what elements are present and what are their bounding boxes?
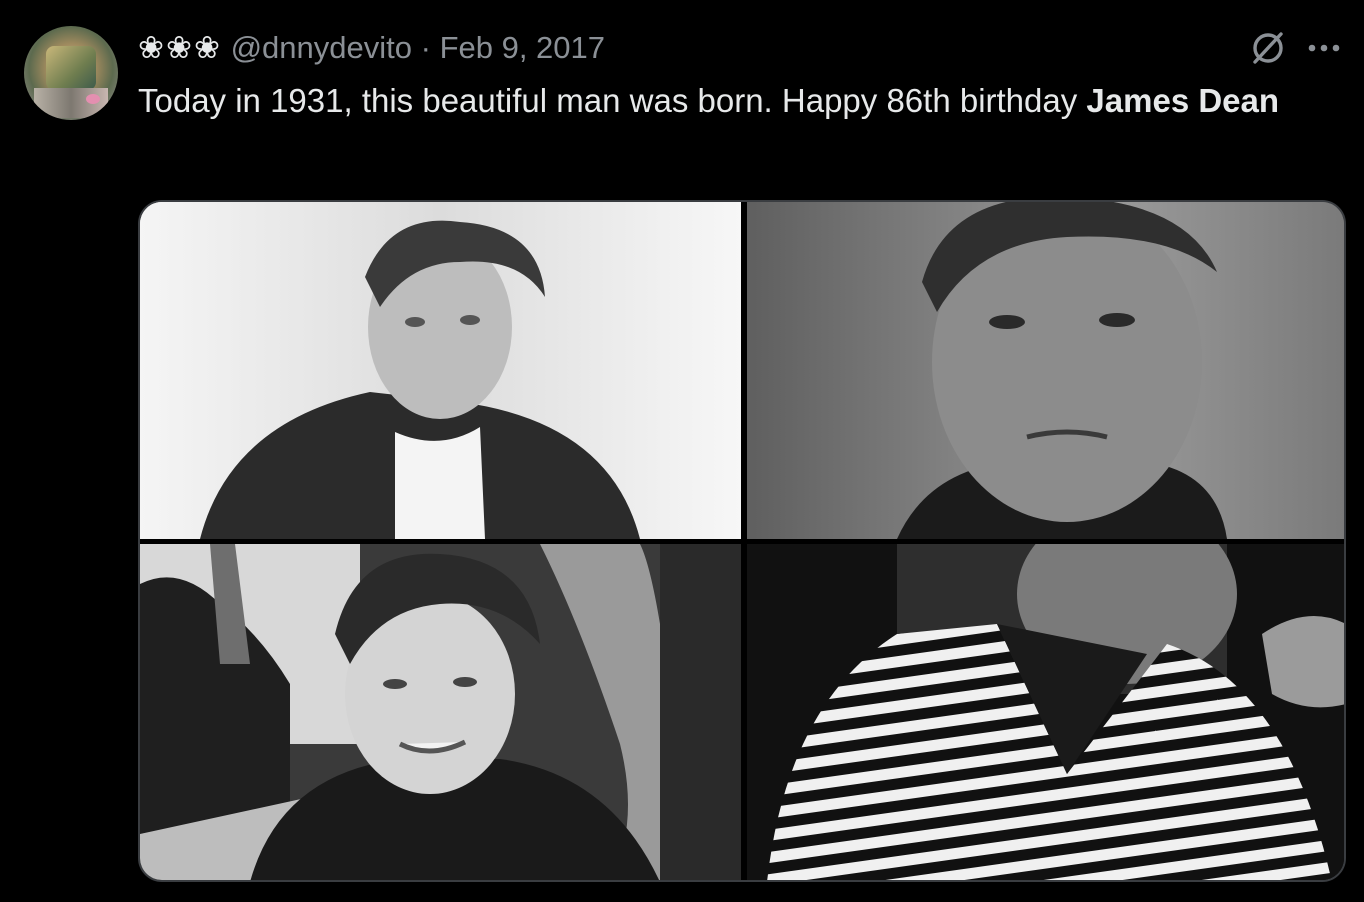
avatar-art (46, 46, 96, 90)
photo-3[interactable] (140, 544, 741, 880)
avatar[interactable] (24, 26, 118, 120)
photo-4[interactable] (747, 544, 1344, 880)
more-options-icon[interactable] (1306, 40, 1342, 61)
media-grid (138, 200, 1346, 882)
grok-slash-icon[interactable] (1248, 28, 1288, 73)
photo-1[interactable] (140, 202, 741, 539)
display-name[interactable]: ❀❀❀ (138, 30, 222, 65)
tweet-date[interactable]: Feb 9, 2017 (440, 30, 605, 65)
photo-2[interactable] (747, 202, 1344, 539)
avatar-art-accent (86, 94, 100, 104)
tweet-text-bold: James Dean (1086, 82, 1280, 119)
tweet-header: ❀❀❀ @dnnydevito · Feb 9, 2017 (138, 28, 605, 68)
tweet-text-plain: Today in 1931, this beautiful man was bo… (138, 82, 1087, 119)
tweet-actions (1248, 28, 1342, 73)
handle[interactable]: @dnnydevito (231, 30, 412, 65)
separator: · (420, 30, 431, 65)
tweet-text: Today in 1931, this beautiful man was bo… (138, 78, 1318, 124)
